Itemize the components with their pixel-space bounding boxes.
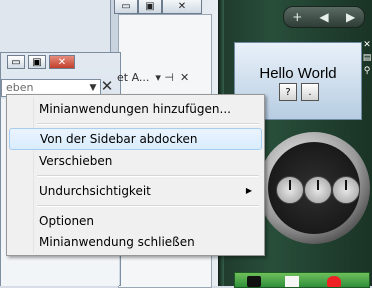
panel-title: et A... [117,71,150,84]
context-menu: Minianwendungen hinzufügen... Von der Si… [6,94,265,256]
menu-item-add-gadgets[interactable]: Minianwendungen hinzufügen... [9,98,262,120]
sidebar-controls: + ◀ ▶ [283,6,365,28]
options-icon[interactable]: ▤ [363,53,372,63]
menu-item-detach[interactable]: Von der Sidebar abdocken [9,128,262,150]
menu-item-label: Optionen [39,214,95,228]
pin-icon[interactable]: ▾ ⊣ [155,70,174,88]
maximize-button[interactable]: ▣ [28,55,46,69]
next-page-button[interactable]: ▶ [341,10,361,24]
heart-icon [327,276,341,287]
menu-item-label: Von der Sidebar abdocken [40,132,198,146]
help-button[interactable]: ? [279,83,297,101]
clock-subdial-icon [304,176,332,204]
close-icon[interactable]: ✕ [99,77,115,95]
close-gadget-icon[interactable]: ✕ [363,40,371,50]
clock-subdial-icon [332,176,360,204]
hat-icon [247,276,261,287]
menu-separator [37,123,259,125]
menu-item-close-gadget[interactable]: Minianwendung schließen [9,231,262,253]
minimize-button[interactable]: ▭ [114,0,138,14]
menu-item-label: Minianwendungen hinzufügen... [39,102,231,116]
minimize-button[interactable]: ▭ [7,55,25,69]
window-buttons: ▭ ▣ ✕ [7,55,75,69]
dot-button[interactable]: . [301,83,319,101]
drag-handle-icon[interactable]: ⚲ [364,66,371,76]
menu-item-options[interactable]: Optionen [9,210,262,232]
menu-separator [37,205,259,207]
previous-page-button[interactable]: ◀ [314,10,334,24]
submenu-arrow-icon: ▶ [245,186,252,195]
menu-item-label: Verschieben [39,154,113,168]
gadget-toolbar: ✕ ▤ ⚲ [362,40,372,84]
menu-item-label: Minianwendung schließen [39,235,195,249]
menu-item-label: Undurchsichtigkeit [39,184,151,198]
gadget-title: Hello World [259,65,337,82]
close-button[interactable]: ✕ [49,55,75,69]
close-icon[interactable]: ✕ [180,70,189,88]
menu-separator [37,175,259,177]
background-window-titlebar-buttons: ▭ ▣ ✕ [114,0,202,14]
panel-header: et A... ▾ ⊣ ✕ [117,70,218,88]
menu-item-opacity[interactable]: Undurchsichtigkeit ▶ [9,180,262,202]
clock-subdial-icon [276,176,304,204]
card-icon [285,276,299,287]
maximize-button[interactable]: ▣ [138,0,162,14]
close-button[interactable]: ✕ [162,0,202,14]
add-gadget-button[interactable]: + [287,10,307,24]
menu-item-move[interactable]: Verschieben [9,150,262,172]
